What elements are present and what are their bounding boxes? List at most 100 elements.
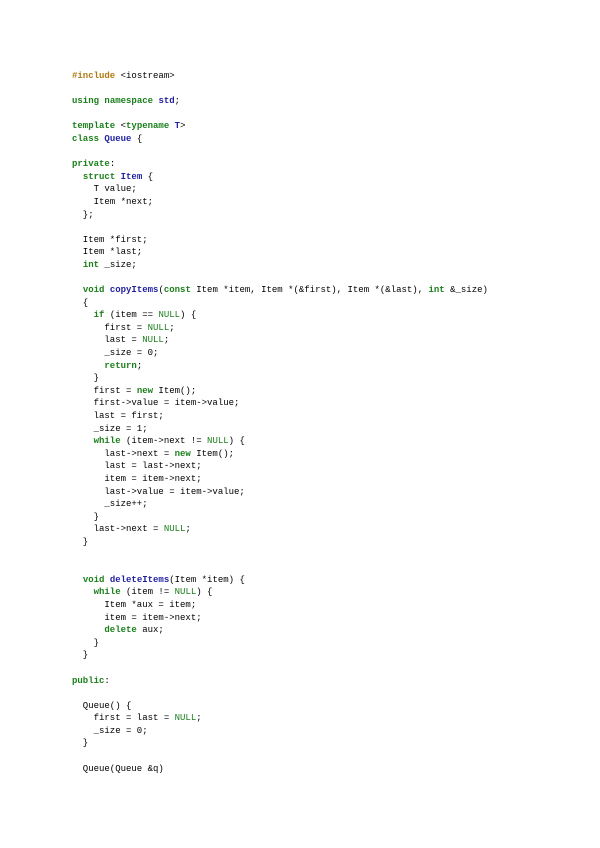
code-line: while (item != NULL) { xyxy=(72,586,488,599)
code-line: public: xyxy=(72,675,488,688)
code-token-lit: NULL xyxy=(158,310,181,321)
code-token-kw: new xyxy=(174,448,191,459)
code-token-plain: { xyxy=(72,297,89,308)
code-line: Item *last; xyxy=(72,246,488,259)
code-token-plain: ) { xyxy=(180,310,197,321)
code-token-kw: return xyxy=(104,360,137,371)
code-token-plain: <iostream> xyxy=(115,71,175,81)
code-token-plain: ) { xyxy=(196,587,213,598)
code-line: last = NULL; xyxy=(72,334,488,347)
code-token-kw: struct xyxy=(82,171,116,182)
code-token-lit: NULL xyxy=(174,713,197,724)
code-token-plain: Item *item, Item *(&first), Item *(&last… xyxy=(190,285,429,296)
code-token-plain: first = xyxy=(72,385,137,396)
code-line: last = first; xyxy=(72,410,488,423)
code-token-plain: first = last = xyxy=(72,713,175,724)
code-token-plain: (item->next != xyxy=(120,436,208,447)
code-line: } xyxy=(72,649,488,662)
code-token-lit: NULL xyxy=(207,436,229,447)
code-token-plain: last = last->next; xyxy=(72,461,202,472)
code-token-plain: Queue(Queue &q) xyxy=(72,763,164,774)
code-line: last->value = item->value; xyxy=(72,486,488,499)
code-line: }; xyxy=(72,209,488,222)
code-token-plain: ; xyxy=(174,96,181,107)
code-token-lit: NULL xyxy=(174,587,197,598)
code-line: class Queue { xyxy=(72,133,488,146)
code-line: private: xyxy=(72,158,488,171)
code-line: } xyxy=(72,511,488,524)
code-line: } xyxy=(72,637,488,650)
code-line: first = new Item(); xyxy=(72,385,488,398)
code-token-plain: Item *aux = item; xyxy=(72,599,197,610)
code-token-plain: Item *next; xyxy=(72,196,154,207)
code-token-kw: const xyxy=(163,285,191,296)
code-token-plain: Item *first; xyxy=(72,234,148,245)
code-token-plain: first = xyxy=(72,322,148,333)
code-token-plain: _size; xyxy=(99,259,137,270)
code-token-plain: (item != xyxy=(120,587,175,598)
code-token-plain: }; xyxy=(72,209,94,220)
code-token-kw: namespace xyxy=(104,96,154,107)
code-token-plain: ; xyxy=(136,360,143,371)
code-token-kw: template xyxy=(72,121,116,132)
code-line: void deleteItems(Item *item) { xyxy=(72,574,488,587)
code-token-kw: while xyxy=(93,587,121,598)
code-token-plain: T value; xyxy=(72,184,137,195)
code-token-kw: int xyxy=(428,285,445,296)
code-token-kw: while xyxy=(93,436,121,447)
code-line: } xyxy=(72,536,488,549)
code-token-lit: NULL xyxy=(142,335,164,346)
code-line: _size = 1; xyxy=(72,423,488,436)
code-line: int _size; xyxy=(72,259,488,272)
code-token-plain: item = item->next; xyxy=(72,612,202,623)
code-token-plain: (Item *item) { xyxy=(169,574,245,585)
code-line: #include <iostream> xyxy=(72,70,488,83)
code-line: Queue() { xyxy=(72,700,488,713)
code-token-plain: last->value = item->value; xyxy=(72,486,245,497)
code-line: T value; xyxy=(72,183,488,196)
code-line: last->next = NULL; xyxy=(72,523,488,536)
code-token-plain: } xyxy=(72,650,89,661)
code-token-kw: delete xyxy=(104,625,137,636)
code-token-plain: _size = 0; xyxy=(72,725,148,736)
code-token-lit: NULL xyxy=(147,322,170,333)
code-token-plain: } xyxy=(72,637,100,648)
code-token-kw: int xyxy=(82,259,100,270)
code-line: return; xyxy=(72,360,488,373)
code-token-plain: > xyxy=(180,121,186,132)
code-token-plain: } xyxy=(72,738,89,749)
code-token-plain: Item(); xyxy=(190,448,235,459)
code-token-kw: private xyxy=(72,159,110,170)
code-token-plain: item = item->next; xyxy=(72,474,202,484)
code-token-plain: < xyxy=(115,121,127,132)
code-token-fn: deleteItems xyxy=(109,574,170,585)
code-token-kw: public xyxy=(72,675,105,686)
code-token-plain: _size++; xyxy=(72,499,148,510)
code-token-plain: _size = 1; xyxy=(72,423,148,434)
code-line: { xyxy=(72,297,488,310)
code-token-plain: aux; xyxy=(136,625,164,636)
code-token-plain: first->value = item->value; xyxy=(72,398,240,409)
code-line: first->value = item->value; xyxy=(72,397,488,410)
code-token-pp: #include xyxy=(72,71,116,81)
code-line: } xyxy=(72,737,488,750)
code-token-fn: copyItems xyxy=(109,285,159,296)
code-line: item = item->next; xyxy=(72,473,488,486)
code-token-plain: ) { xyxy=(228,436,245,447)
code-token-plain: } xyxy=(72,536,89,547)
code-token-kw: using xyxy=(72,96,100,107)
